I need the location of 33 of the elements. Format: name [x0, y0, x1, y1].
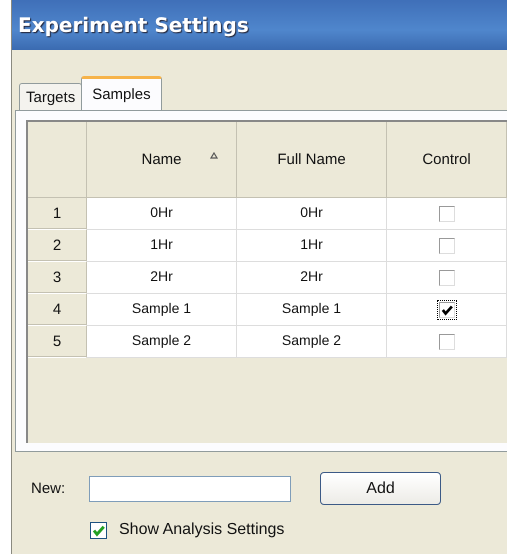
table-cell: 1Hr	[87, 230, 237, 262]
table-cell: Sample 1	[87, 294, 237, 326]
tab[interactable]: Samples	[81, 76, 162, 110]
column-header[interactable]	[28, 122, 87, 198]
row-header[interactable]: 2	[28, 230, 87, 262]
column-header[interactable]: Control	[387, 122, 507, 198]
checkbox[interactable]	[438, 334, 454, 350]
input-field[interactable]	[89, 476, 291, 502]
table-cell: 2Hr	[237, 262, 387, 294]
row-header[interactable]: 1	[28, 198, 87, 230]
row-header[interactable]: 3	[28, 262, 87, 294]
checkbox-label[interactable]: Show Analysis Settings	[119, 521, 284, 539]
row-header[interactable]: 4	[28, 294, 87, 326]
table-cell: 1Hr	[237, 230, 387, 262]
checkbox[interactable]	[438, 206, 454, 222]
row-header[interactable]: 5	[28, 326, 87, 358]
checkbox[interactable]	[438, 302, 454, 318]
checkbox[interactable]	[90, 522, 107, 538]
table-cell: Sample 2	[87, 326, 237, 358]
table-cell: Sample 1	[237, 294, 387, 326]
window-title: Experiment Settings	[18, 13, 249, 37]
table-cell: 0Hr	[87, 198, 237, 230]
table-cell: 2Hr	[87, 262, 237, 294]
sort-icon	[210, 152, 218, 159]
column-header[interactable]: Full Name	[237, 122, 387, 198]
checkbox[interactable]	[438, 270, 454, 286]
table-cell: Sample 2	[237, 326, 387, 358]
add-button[interactable]: Add	[320, 472, 441, 505]
checkbox[interactable]	[438, 238, 454, 254]
table-cell: 0Hr	[237, 198, 387, 230]
column-header[interactable]: Name	[87, 122, 237, 198]
tab[interactable]: Targets	[19, 83, 82, 110]
new-label: New:	[31, 480, 66, 497]
